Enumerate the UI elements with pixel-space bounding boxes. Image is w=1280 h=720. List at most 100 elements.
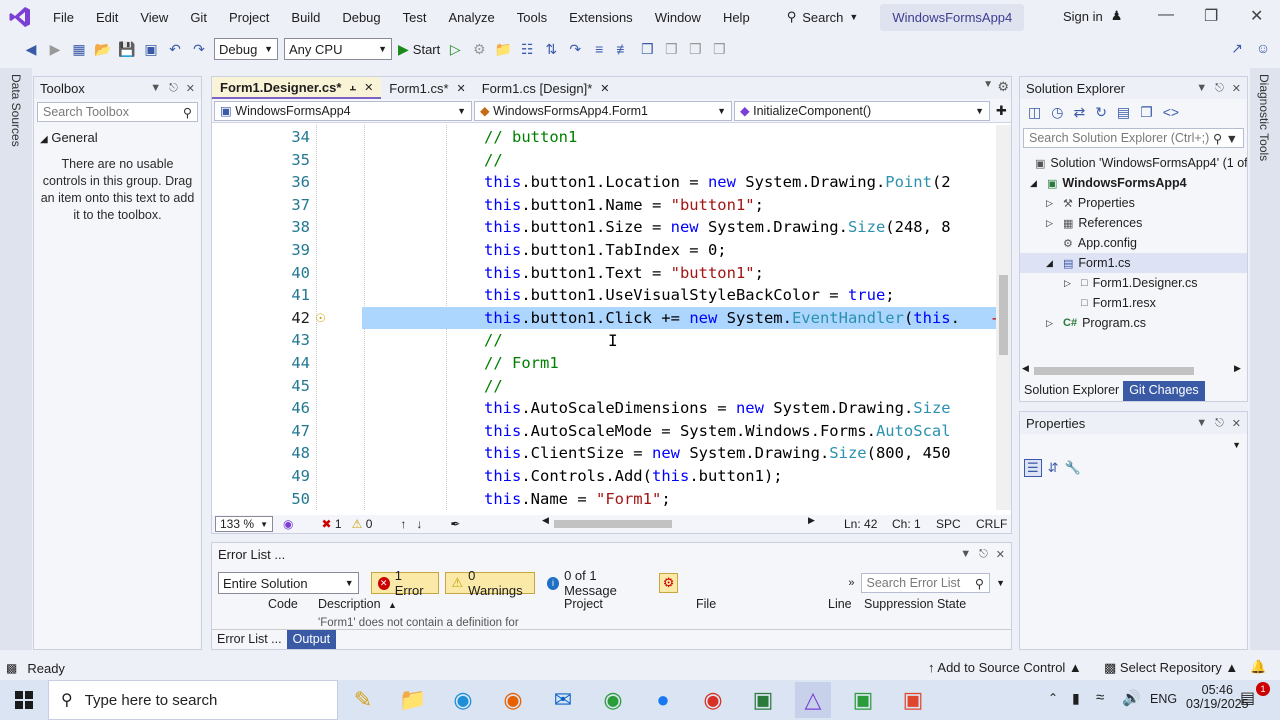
messages-filter-button[interactable]: i 0 of 1 Message xyxy=(541,568,653,598)
start-button[interactable]: ▶ Start xyxy=(398,41,440,58)
tree-properties[interactable]: ▷ ⚒ Properties xyxy=(1020,193,1247,213)
undo-icon[interactable]: ↶ xyxy=(166,41,184,58)
browse-icon[interactable]: 📁 xyxy=(494,41,512,58)
toolbox-search-input[interactable]: Search Toolbox ⚲ xyxy=(37,102,198,122)
tree-app-config[interactable]: ⚙ App.config xyxy=(1020,233,1247,253)
tree-form1-resx[interactable]: □ Form1.resx xyxy=(1020,293,1247,313)
type-nav-select[interactable]: ◆ WindowsFormsApp4.Form1 ▼ xyxy=(474,100,732,121)
scope-select[interactable]: Entire Solution ▼ xyxy=(218,572,359,594)
pin-icon[interactable]: ⎋ xyxy=(979,548,988,561)
project-nav-select[interactable]: ▣ WindowsFormsApp4 ▼ xyxy=(214,100,472,121)
bookmark-prev-icon[interactable]: ❒ xyxy=(662,41,680,58)
intellicode-icon[interactable]: ◉ xyxy=(283,517,293,531)
close-icon[interactable]: ✕ xyxy=(186,82,195,95)
tab-error-list[interactable]: Error List ... xyxy=(212,630,287,649)
zoom-select[interactable]: 133 % ▼ xyxy=(215,516,273,532)
step-icon[interactable]: ↷ xyxy=(566,41,584,58)
notifications-icon[interactable]: 🔔 xyxy=(1250,659,1266,675)
tree-references[interactable]: ▷ ▦ References xyxy=(1020,213,1247,233)
tray-chevron-icon[interactable]: ⌃ xyxy=(1048,691,1058,705)
code-line[interactable]: 46 this.AutoScaleDimensions = new System.… xyxy=(212,397,996,420)
code-line[interactable]: 38 this.button1.Size = new System.Drawing… xyxy=(212,216,996,239)
uncomment-icon[interactable]: ≢ xyxy=(614,41,632,57)
bookmark-icon[interactable]: ❒ xyxy=(638,41,656,58)
scroll-right-icon[interactable]: ▶ xyxy=(808,515,815,526)
feedback-icon[interactable]: ☺ xyxy=(1254,40,1272,56)
wrench-icon[interactable]: 🔧 xyxy=(1065,460,1081,476)
alphabetical-icon[interactable]: ⇵ xyxy=(1048,460,1059,476)
redo-icon[interactable]: ↷ xyxy=(190,41,208,58)
tab-output[interactable]: Output xyxy=(286,630,337,649)
menu-help[interactable]: Help xyxy=(712,10,761,25)
tab-git-changes[interactable]: Git Changes xyxy=(1123,381,1205,401)
chrome-icon[interactable]: ◉ xyxy=(595,682,631,718)
collapse-all-icon[interactable]: ▤ xyxy=(1117,104,1130,121)
pin-icon[interactable]: ⎋ xyxy=(1215,417,1224,430)
notification-center-icon[interactable]: ▤ xyxy=(1240,688,1255,708)
menu-test[interactable]: Test xyxy=(392,10,438,25)
column-header-code[interactable]: Code xyxy=(268,597,298,611)
share-icon[interactable]: ↗ xyxy=(1228,40,1246,57)
camtasia-icon[interactable]: ▣ xyxy=(845,682,881,718)
horizontal-scrollbar[interactable]: ◀ ▶ xyxy=(542,515,815,530)
add-to-source-control-button[interactable]: ↑ Add to Source Control ▲ xyxy=(928,660,1082,675)
horizontal-scroll-thumb[interactable] xyxy=(1034,367,1194,375)
overflow-icon[interactable]: » xyxy=(848,577,854,589)
new-project-icon[interactable]: ▦ xyxy=(70,41,88,58)
code-line[interactable]: 45 // xyxy=(212,375,996,398)
taskbar-search-box[interactable]: ⚲ Type here to search xyxy=(48,680,338,720)
tab-form1-design[interactable]: Form1.cs [Design]* ✕ xyxy=(474,77,618,99)
edge-icon[interactable]: ◉ xyxy=(445,682,481,718)
categorized-icon[interactable]: ☰ xyxy=(1024,459,1042,477)
layout-icon[interactable]: ☷ xyxy=(518,41,536,58)
code-line[interactable]: 34 // button1 xyxy=(212,126,996,149)
warning-count[interactable]: ⚠ 0 xyxy=(352,517,373,531)
visual-studio-taskbar-icon[interactable]: △ xyxy=(795,682,831,718)
code-line[interactable]: 37 this.button1.Name = "button1"; xyxy=(212,194,996,217)
build-filter-icon[interactable]: ⚙ xyxy=(658,573,679,593)
start-without-debugging-icon[interactable]: ▷ xyxy=(446,41,464,58)
close-icon[interactable]: ✕ xyxy=(1232,82,1241,95)
chrome-profile-icon[interactable]: ◉ xyxy=(695,682,731,718)
comment-icon[interactable]: ≡ xyxy=(590,41,608,57)
pin-icon[interactable]: ⎋ xyxy=(169,82,178,95)
tab-solution-explorer[interactable]: Solution Explorer xyxy=(1020,381,1124,401)
usb-icon[interactable]: ▮ xyxy=(1072,690,1080,707)
vertical-scroll-thumb[interactable] xyxy=(999,275,1008,355)
restore-icon[interactable]: ❐ xyxy=(1204,6,1218,26)
pin-icon[interactable]: ⎋ xyxy=(1215,82,1224,95)
brush-icon[interactable]: ✒ xyxy=(450,517,460,531)
volume-icon[interactable]: 🔊 xyxy=(1122,689,1141,707)
column-indicator[interactable]: Ch: 1 xyxy=(892,517,921,531)
menu-extensions[interactable]: Extensions xyxy=(558,10,644,25)
code-line[interactable]: 41 this.button1.UseVisualStyleBackColor =… xyxy=(212,284,996,307)
warnings-filter-button[interactable]: ⚠ 0 Warnings xyxy=(444,568,535,598)
arrow-up-icon[interactable]: ↑ xyxy=(400,517,406,531)
error-search-input[interactable]: Search Error List ⚲ xyxy=(860,573,991,593)
hot-reload-icon[interactable]: ⚙ xyxy=(470,41,488,58)
vertical-scrollbar[interactable] xyxy=(996,125,1011,510)
close-tab-icon[interactable]: ✕ xyxy=(600,82,609,95)
tree-form1-cs[interactable]: ◢ ▤ Form1.cs xyxy=(1020,253,1247,273)
sol-horizontal-scrollbar[interactable]: ◀ ▶ xyxy=(1022,363,1244,377)
tab-form1-designer[interactable]: Form1.Designer.cs* ⫠ ✕ xyxy=(212,77,382,99)
bookmark-clear-icon[interactable]: ❒ xyxy=(710,41,728,58)
code-line[interactable]: 50 this.Name = "Form1"; xyxy=(212,488,996,510)
expand-arrow-icon[interactable]: ▷ xyxy=(1046,218,1058,229)
bookmark-next-icon[interactable]: ❒ xyxy=(686,41,704,58)
menu-build[interactable]: Build xyxy=(280,10,331,25)
history-icon[interactable]: ◷ xyxy=(1051,104,1063,121)
expand-arrow-icon[interactable]: ▷ xyxy=(1064,278,1076,289)
refresh-icon[interactable]: ↻ xyxy=(1095,104,1107,121)
firefox-icon[interactable]: ◉ xyxy=(495,682,531,718)
forward-icon[interactable]: ▶ xyxy=(46,41,64,58)
object-select[interactable]: ▼ xyxy=(1020,434,1247,456)
code-line[interactable]: 36 this.button1.Location = new System.Dra… xyxy=(212,171,996,194)
menu-git[interactable]: Git xyxy=(179,10,218,25)
zalo-icon[interactable]: ● xyxy=(645,682,681,718)
code-line[interactable]: 47 this.AutoScaleMode = System.Windows.Fo… xyxy=(212,420,996,443)
code-line[interactable]: 49 this.Controls.Add(this.button1); xyxy=(212,465,996,488)
sync-icon[interactable]: ⇄ xyxy=(1073,104,1085,121)
code-line[interactable]: 44 // Form1 xyxy=(212,352,996,375)
expand-arrow-icon[interactable]: ▷ xyxy=(1046,318,1058,329)
